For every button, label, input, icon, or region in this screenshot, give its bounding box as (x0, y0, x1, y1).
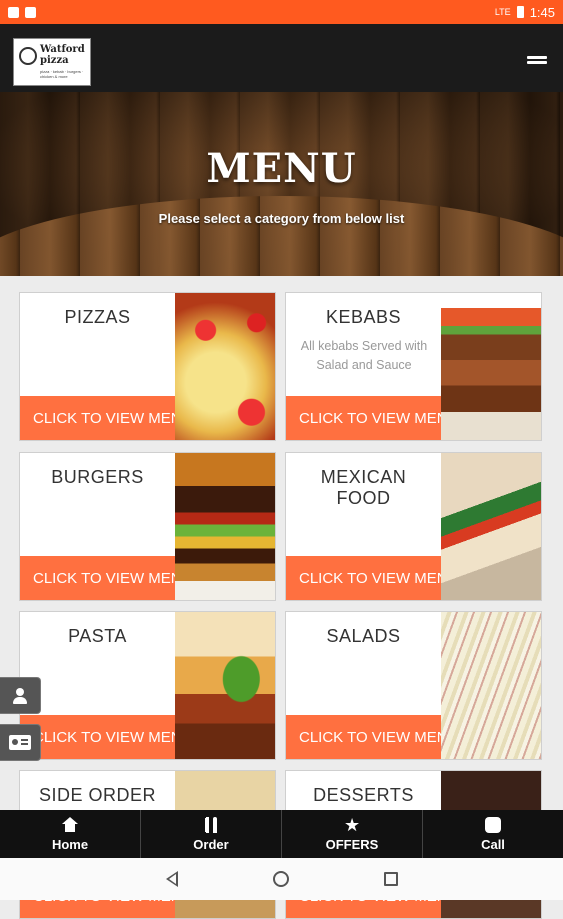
nav-order[interactable]: Order (141, 810, 282, 858)
nav-order-label: Order (193, 836, 229, 852)
app-logo[interactable]: Watford pizza pizza · kebab · burgers · … (13, 38, 91, 86)
view-menu-button[interactable]: CLICK TO VIEW MENU (286, 396, 441, 440)
notification-icon (8, 6, 19, 18)
user-icon (13, 687, 27, 704)
category-card-salads[interactable]: SALADS CLICK TO VIEW MENU (285, 611, 542, 760)
burger-image (175, 453, 275, 600)
status-time: 1:45 (529, 4, 555, 20)
category-title: SIDE ORDER (38, 785, 157, 805)
pasta-image (175, 612, 275, 759)
view-menu-button[interactable]: CLICK TO VIEW MENU (286, 556, 441, 600)
category-title: MEXICAN FOOD (320, 467, 407, 508)
bottom-nav: Home Order ★ OFFERS Call (0, 810, 563, 858)
signal-indicator: LTE (494, 7, 511, 17)
hero-banner: MENU Please select a category from below… (0, 92, 563, 276)
nav-call[interactable]: Call (423, 810, 563, 858)
back-icon[interactable] (165, 871, 178, 887)
battery-icon (516, 6, 524, 18)
category-title: KEBABS (325, 307, 402, 327)
nav-home[interactable]: Home (0, 810, 141, 858)
category-description: All kebabs Served with Salad and Sauce (300, 339, 428, 372)
logo-subtext: pizza · kebab · burgers · chicken & more (40, 69, 84, 79)
hamburger-menu-icon[interactable] (527, 56, 547, 68)
page-title: MENU (206, 145, 357, 192)
category-title: SALADS (326, 626, 401, 646)
status-left (8, 6, 36, 18)
home-icon (62, 816, 78, 833)
nav-offers[interactable]: ★ OFFERS (282, 810, 423, 858)
kebab-image (441, 293, 541, 440)
account-tab[interactable] (0, 677, 41, 714)
view-menu-button[interactable]: CLICK TO VIEW MENU (286, 715, 441, 759)
system-nav-bar (0, 858, 563, 900)
phone-icon (485, 816, 501, 833)
cutlery-icon (203, 816, 219, 833)
view-menu-button[interactable]: CLICK TO VIEW MENU (20, 396, 175, 440)
android-icon (25, 6, 36, 18)
logo-emblem (19, 47, 37, 65)
page-subtitle: Please select a category from below list (158, 211, 405, 226)
recent-apps-icon[interactable] (383, 872, 398, 886)
star-icon: ★ (344, 814, 361, 835)
contact-card-tab[interactable] (0, 724, 41, 761)
wrap-image (441, 453, 541, 600)
logo-text: Watford pizza (40, 44, 85, 66)
pizza-image (175, 293, 275, 440)
id-card-icon (9, 735, 31, 750)
status-bar: LTE 1:45 (0, 0, 563, 24)
view-menu-button[interactable]: CLICK TO VIEW MENU (20, 556, 175, 600)
app-header: Watford pizza pizza · kebab · burgers · … (0, 24, 563, 92)
category-card-pizzas[interactable]: PIZZAS CLICK TO VIEW MENU (19, 292, 276, 441)
category-title: BURGERS (51, 467, 144, 487)
home-circle-icon[interactable] (272, 871, 289, 887)
category-title: DESSERTS (313, 785, 414, 805)
category-title: PASTA (68, 626, 127, 646)
nav-offers-label: OFFERS (325, 836, 379, 852)
category-card-kebabs[interactable]: KEBABS All kebabs Served with Salad and … (285, 292, 542, 441)
category-card-pasta[interactable]: PASTA CLICK TO VIEW MENU (19, 611, 276, 760)
status-right: LTE 1:45 (495, 5, 555, 20)
salad-image (441, 612, 541, 759)
view-menu-button[interactable]: CLICK TO VIEW MENU (20, 715, 175, 759)
category-card-mexican-food[interactable]: MEXICAN FOOD CLICK TO VIEW MENU (285, 452, 542, 601)
nav-home-label: Home (51, 836, 89, 852)
category-title: PIZZAS (64, 307, 131, 327)
wood-floor-background (0, 196, 563, 276)
nav-call-label: Call (481, 836, 505, 852)
category-card-burgers[interactable]: BURGERS CLICK TO VIEW MENU (19, 452, 276, 601)
